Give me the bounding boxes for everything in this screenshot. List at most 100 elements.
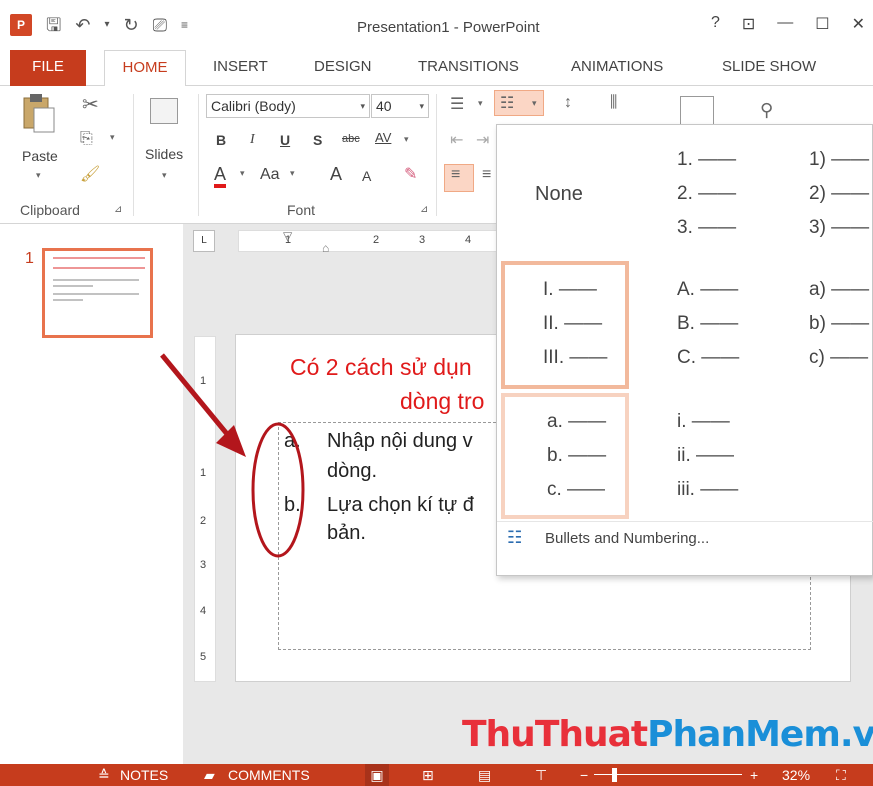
bullets-and-numbering-menu-item[interactable]: ☷ Bullets and Numbering... [497,521,873,557]
minimize-button[interactable]: — [777,14,793,34]
slides-button[interactable]: Slides [145,146,183,162]
line-spacing-icon[interactable]: ↕ [564,94,572,112]
save-icon[interactable]: 🖫 [46,15,61,35]
start-from-beginning-icon[interactable]: ⎚ [153,15,167,35]
bullets-icon[interactable]: ☰ [450,94,464,114]
numbering-option-alpha-lower-paren[interactable]: a) —— b) —— c) —— [809,273,869,375]
help-button[interactable]: ? [711,14,720,34]
slide-sorter-icon[interactable]: ⊞ [422,767,434,784]
list-item-text[interactable]: dòng. [327,460,377,483]
find-icon[interactable]: ⚲ [760,100,773,121]
font-size-combo[interactable]: 40 ▾ [371,94,429,118]
tab-insert[interactable]: INSERT [213,50,268,86]
font-name-combo[interactable]: Calibri (Body) ▾ [206,94,370,118]
comments-icon: ▰ [204,767,215,783]
clear-formatting-icon[interactable]: ✎ [404,164,417,184]
paste-button[interactable]: Paste [22,148,58,164]
slide-show-icon[interactable]: ⊤ [535,767,547,784]
numbering-row: b) —— [809,313,870,334]
numbering-row: c. —— [547,479,606,500]
numbering-dropdown-icon[interactable]: ▾ [532,98,537,109]
horizontal-ruler[interactable]: 1 2 3 4 ▽ ⌂ [238,229,498,255]
fit-slide-icon[interactable]: ⛶ [836,767,846,784]
ribbon-display-options-button[interactable]: ⊡ [742,14,755,34]
close-button[interactable]: ✕ [852,14,865,34]
list-item-text[interactable]: Nhập nội dung v [327,430,473,453]
font-size-value: 40 [376,98,392,114]
customize-qat-icon[interactable]: ≡ [181,15,188,35]
increase-font-size-button[interactable]: A [330,164,342,185]
copy-icon[interactable]: ⎘ [80,130,93,148]
redo-icon[interactable]: ↻ [123,15,138,35]
increase-indent-icon[interactable]: ⇥ [476,130,489,150]
numbering-option-alpha-upper[interactable]: A. —— B. —— C. —— [677,273,739,375]
tab-animations[interactable]: ANIMATIONS [571,50,663,86]
change-case-dropdown-icon[interactable]: ▾ [290,168,295,179]
maximize-button[interactable]: ☐ [815,14,829,34]
numbering-option-arabic-period[interactable]: 1. —— 2. —— 3. —— [677,143,736,245]
numbering-icon[interactable]: ☷ [500,93,514,113]
change-case-button[interactable]: Aa [260,166,280,184]
align-left-icon[interactable]: ≡ [451,166,460,184]
center-icon[interactable]: ≡ [482,166,491,184]
tab-selector[interactable]: L [193,230,215,252]
numbering-option-roman-lower[interactable]: i. —— ii. —— iii. —— [677,405,738,507]
font-launcher-icon[interactable]: ⊿ [420,204,428,215]
zoom-slider-handle[interactable] [612,768,617,782]
paste-icon[interactable] [22,92,55,134]
normal-view-icon[interactable]: ▣ [365,764,389,786]
numbering-none-option[interactable]: None [535,177,583,211]
numbering-option-roman-upper[interactable]: I. —— II. —— III. —— [543,273,607,375]
copy-dropdown-icon[interactable]: ▾ [110,132,115,143]
numbering-option-arabic-paren[interactable]: 1) —— 2) —— 3) —— [809,143,869,245]
undo-dropdown-icon[interactable]: ▾ [104,15,109,35]
character-spacing-button[interactable]: AV [375,130,391,145]
tab-home[interactable]: HOME [104,50,186,87]
slides-dropdown-icon[interactable]: ▾ [162,170,167,181]
shadow-button[interactable]: S [313,132,322,148]
decrease-indent-icon[interactable]: ⇤ [450,130,463,150]
notes-button[interactable]: NOTES [120,767,168,783]
bold-button[interactable]: B [216,132,226,148]
zoom-level[interactable]: 32% [782,767,810,783]
strikethrough-button[interactable]: abc [342,133,360,145]
numbering-row: A. —— [677,279,739,300]
columns-icon[interactable]: ⫼ [610,94,617,112]
reading-view-icon[interactable]: ▤ [478,767,491,784]
tab-transitions[interactable]: TRANSITIONS [418,50,519,86]
italic-button[interactable]: I [250,132,255,148]
list-item-text[interactable]: Lựa chọn kí tự đ [327,494,474,517]
tab-slide-show[interactable]: SLIDE SHOW [722,50,816,86]
numbering-row: II. —— [543,313,603,334]
decrease-font-size-button[interactable]: A [362,168,371,184]
font-name-value: Calibri (Body) [211,98,296,114]
slide-thumbnail[interactable] [42,248,153,338]
bullets-dropdown-icon[interactable]: ▾ [478,98,483,109]
slide-title-line2[interactable]: dòng tro [400,388,484,415]
font-group-label: Font [287,202,316,218]
comments-button[interactable]: COMMENTS [228,767,310,783]
new-slide-icon[interactable] [150,98,178,124]
zoom-out-button[interactable]: − [580,767,588,783]
font-color-button[interactable]: A [214,164,227,188]
tab-file[interactable]: FILE [10,50,86,86]
shapes-icon[interactable] [680,96,714,126]
list-item-text[interactable]: bản. [327,522,366,545]
hanging-indent-marker[interactable]: ⌂ [322,241,329,255]
numbering-option-alpha-lower-period[interactable]: a. —— b. —— c. —— [547,405,606,507]
slide-title-line1[interactable]: Có 2 cách sử dụn [290,354,472,381]
paste-dropdown-icon[interactable]: ▾ [36,170,41,181]
clipboard-launcher-icon[interactable]: ⊿ [114,204,122,215]
numbering-gallery-dropdown: None 1. —— 2. —— 3. —— 1) —— 2) —— 3) ——… [496,124,873,576]
first-line-indent-marker[interactable]: ▽ [283,229,292,243]
title-bar: P 🖫 ↶ ▾ ↻ ⎚ ≡ Presentation1 - PowerPoint… [0,0,873,50]
spacing-dropdown-icon[interactable]: ▾ [404,134,409,145]
undo-icon[interactable]: ↶ [75,15,90,35]
tab-design[interactable]: DESIGN [314,50,372,86]
zoom-in-button[interactable]: + [750,767,758,783]
underline-button[interactable]: U [280,132,290,148]
cut-icon[interactable]: ✂ [82,92,99,117]
powerpoint-app-icon[interactable]: P [10,14,32,36]
font-color-dropdown-icon[interactable]: ▾ [240,168,245,179]
format-painter-icon[interactable]: 🖌 [80,164,100,184]
